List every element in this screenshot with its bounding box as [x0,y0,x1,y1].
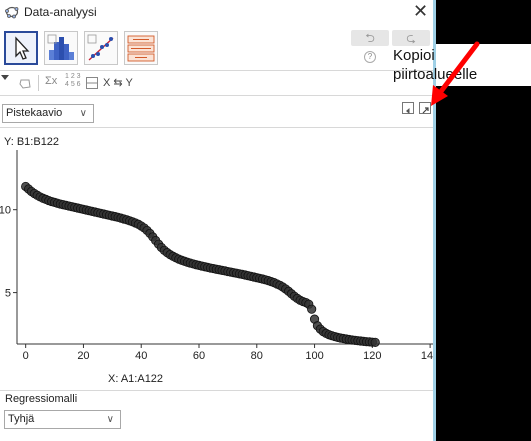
red-arrow-icon [431,41,480,106]
annotation-overlay [431,41,480,106]
